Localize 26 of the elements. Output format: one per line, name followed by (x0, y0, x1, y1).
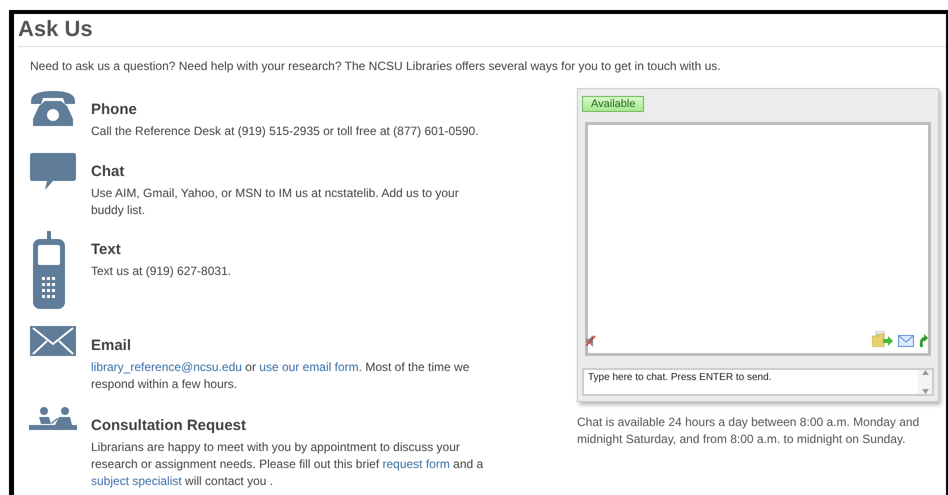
intro-text: Need to ask us a question? Need help with your research? The NCSU Libraries offers several ways for you to get in touch with us. (30, 59, 722, 73)
link[interactable]: library_reference@ncsu.edu (91, 360, 242, 374)
link[interactable]: subject specialist (91, 474, 182, 488)
folder-arrow-icon[interactable] (872, 331, 894, 347)
section-description: library_reference@ncsu.edu or use our email form. Most of the time we respond within a few hours. (91, 359, 470, 393)
chat-hours-note: Chat is available 24 hours a day between 8:00 a.m. Monday and midnight Saturday, and from 8:00 a.m. to midnight on Sunday. (577, 414, 920, 448)
section-title: Phone (91, 101, 138, 118)
section-description: Librarians are happy to meet with you by appointment to discuss your research or assignment needs. Please fill out this brief request form and a subject specialist will contact you . (91, 439, 484, 490)
section-title: Email (91, 337, 132, 354)
section-description: Call the Reference Desk at (919) 515-2935 or toll free at (877) 601-0590. (91, 123, 480, 140)
speech-bubble-icon (29, 153, 77, 191)
link[interactable]: use our email form (259, 360, 359, 374)
section-description: Use AIM, Gmail, Yahoo, or MSN to IM us at ncstatelib. Add us to your buddy list. (91, 185, 460, 219)
envelope-icon (29, 325, 77, 357)
status-label: Available (582, 96, 644, 112)
curved-arrow-icon[interactable] (918, 332, 928, 347)
page-title: Ask Us (18, 14, 946, 47)
section-title: Text (91, 241, 122, 258)
people-at-desk-icon (29, 407, 77, 431)
envelope-icon[interactable] (898, 335, 914, 347)
muted-speaker-icon[interactable] (586, 335, 596, 347)
section-title: Chat (91, 163, 126, 180)
link[interactable]: request form (382, 457, 450, 471)
section-title: Consultation Request (91, 417, 248, 434)
section-description: Text us at (919) 627-8031. (91, 263, 232, 280)
telephone-icon (29, 89, 77, 127)
